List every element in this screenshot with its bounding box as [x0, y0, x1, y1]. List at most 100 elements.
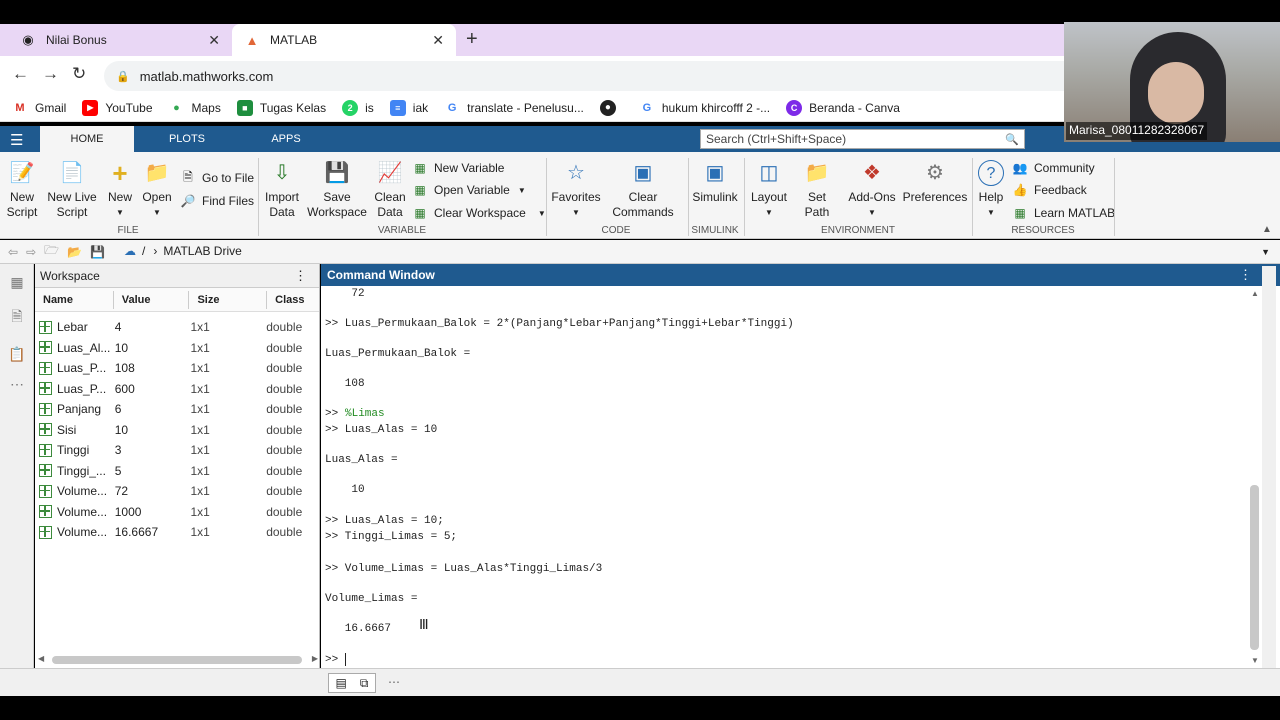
clear-workspace-button[interactable]: ▦ Clear Workspace ▼ — [412, 205, 545, 221]
feedback-button[interactable]: 👍 Feedback — [1012, 182, 1087, 198]
group-label-simulink: SIMULINK — [691, 225, 739, 236]
more-icon[interactable]: ⋯ — [7, 374, 27, 394]
history-icon[interactable]: 📋 — [7, 344, 27, 364]
new-tab-icon[interactable]: + — [466, 28, 478, 51]
community-button[interactable]: 👥 Community — [1012, 160, 1095, 176]
search-input[interactable]: Search (Ctrl+Shift+Space) 🔍 — [700, 129, 1025, 149]
bookmark-iak[interactable]: ≡ iak — [389, 99, 428, 116]
clear-commands-button[interactable]: ▣ Clear Commands — [606, 160, 680, 220]
command-window-output[interactable]: 72 >> Luas_Permukaan_Balok = 2*(Panjang*… — [325, 286, 1250, 668]
column-header-value[interactable]: Value — [112, 290, 189, 309]
bookmark-tugas-kelas[interactable]: ■ Tugas Kelas — [236, 99, 326, 116]
workspace-row[interactable]: Tinggi_... 5 1x1 double — [35, 461, 319, 482]
bookmark-hukum[interactable]: Ghukum khircofff 2 -... — [639, 100, 771, 116]
simulink-button[interactable]: ▣ Simulink — [692, 160, 738, 205]
scroll-thumb[interactable] — [1250, 485, 1259, 650]
tab-plots[interactable]: PLOTS — [150, 126, 224, 152]
column-header-class[interactable]: Class — [266, 290, 319, 309]
open-button[interactable]: 📁 Open ▼ — [140, 160, 174, 220]
forward-folder-icon[interactable]: ⇨ — [26, 245, 36, 259]
variable-name-cell: Panjang — [35, 402, 113, 416]
workspace-row[interactable]: Sisi 10 1x1 double — [35, 420, 319, 441]
preferences-button[interactable]: ⚙ Preferences — [903, 160, 968, 205]
bookmark-translate[interactable]: Gtranslate - Penelusu... — [444, 100, 584, 116]
open-variable-button[interactable]: ▦ Open Variable ▼ — [412, 182, 525, 198]
new-button[interactable]: + New ▼ — [104, 160, 136, 220]
scroll-right-icon[interactable]: ▶ — [312, 654, 318, 663]
save-workspace-button[interactable]: 💾 Save Workspace — [307, 160, 367, 220]
variable-class: double — [266, 381, 303, 396]
workspace-row[interactable]: Lebar 4 1x1 double — [35, 317, 319, 338]
workspace-row[interactable]: Luas_Al... 10 1x1 double — [35, 338, 319, 359]
workspace-row[interactable]: Volume... 16.6667 1x1 double — [35, 522, 319, 543]
workspace-row[interactable]: Luas_P... 108 1x1 double — [35, 358, 319, 379]
reload-icon[interactable]: ↻ — [72, 64, 86, 84]
bookmark-maps[interactable]: ● Maps — [169, 100, 221, 116]
vertical-scrollbar[interactable]: ▲ ▼ — [1249, 289, 1261, 665]
collapse-ribbon-icon[interactable]: ▲ — [1262, 224, 1272, 235]
up-folder-icon[interactable]: 🗁 — [44, 241, 59, 262]
workspace-row[interactable]: Volume... 72 1x1 double — [35, 481, 319, 502]
close-tab-icon[interactable]: ✕ — [432, 32, 444, 49]
tab-apps[interactable]: APPS — [250, 126, 322, 152]
bookmark-is[interactable]: 2 is — [342, 99, 374, 116]
panel-toggle-button[interactable]: ▤ ⧉ — [328, 673, 376, 693]
menu-icon[interactable]: ☰ — [10, 131, 23, 149]
add-ons-icon: ❖ — [863, 161, 881, 184]
help-button[interactable]: ? Help ▼ — [976, 160, 1006, 220]
scroll-down-icon[interactable]: ▼ — [1251, 656, 1259, 665]
clean-data-button[interactable]: 📈 Clean Data — [372, 160, 408, 220]
workspace-row[interactable]: Volume... 1000 1x1 double — [35, 502, 319, 523]
learn-matlab-button[interactable]: ▦ Learn MATLAB — [1012, 205, 1115, 221]
browse-folder-icon[interactable]: 📂 — [67, 245, 82, 259]
workspace-browser-icon[interactable]: ▦ — [7, 272, 27, 292]
close-tab-icon[interactable]: ✕ — [208, 32, 220, 49]
scroll-left-icon[interactable]: ◀ — [38, 654, 44, 663]
layout-button[interactable]: ◫ Layout ▼ — [750, 160, 788, 220]
back-icon[interactable]: ← — [12, 64, 29, 84]
bookmark-canva[interactable]: C Beranda - Canva — [786, 99, 900, 116]
go-to-file-button[interactable]: 🗎 Go to File — [180, 170, 254, 186]
bookmark-gmail[interactable]: M Gmail — [12, 100, 66, 116]
bookmark-youtube[interactable]: ▶ YouTube — [82, 99, 153, 116]
chevron-down-icon[interactable]: ▼ — [1261, 247, 1270, 257]
more-icon[interactable]: ⋯ — [388, 675, 400, 689]
scroll-up-icon[interactable]: ▲ — [1251, 289, 1259, 298]
forward-icon[interactable]: → — [42, 64, 59, 84]
back-folder-icon[interactable]: ⇦ — [8, 245, 18, 259]
browser-tab-nilai-bonus[interactable]: ◉ Nilai Bonus ✕ — [8, 24, 232, 56]
import-data-button[interactable]: ⇩ Import Data — [262, 160, 302, 220]
url-field[interactable]: 🔒 matlab.mathworks.com — [104, 61, 1104, 91]
files-icon[interactable]: 🗎 — [7, 308, 27, 328]
new-live-script-button[interactable]: 📄 New Live Script — [44, 160, 100, 220]
workspace-row[interactable]: Luas_P... 600 1x1 double — [35, 379, 319, 400]
column-header-size[interactable]: Size — [188, 290, 266, 309]
variable-icon — [39, 361, 52, 375]
browser-tab-matlab[interactable]: ▲ MATLAB ✕ — [232, 24, 456, 56]
text-cursor-icon: Ⅲ — [419, 616, 429, 632]
new-variable-button[interactable]: ▦ New Variable — [412, 160, 504, 176]
tab-home[interactable]: HOME — [40, 126, 134, 152]
favorites-button[interactable]: ☆ Favorites ▼ — [551, 160, 600, 220]
bookmark-globe[interactable]: ● — [599, 99, 623, 116]
horizontal-scrollbar[interactable]: ◀ ▶ — [38, 654, 318, 666]
google-icon: G — [642, 101, 652, 114]
folder-icon[interactable]: 💾 — [90, 245, 105, 259]
variable-icon — [39, 320, 52, 334]
variable-name: Volume... — [57, 484, 108, 499]
button-label: New Live Script — [47, 190, 97, 219]
add-ons-button[interactable]: ❖ Add-Ons ▼ — [846, 160, 898, 220]
path-folder[interactable]: MATLAB Drive — [163, 244, 241, 258]
more-options-icon[interactable]: ⋮ — [294, 268, 307, 284]
more-options-icon[interactable]: ⋮ — [1239, 267, 1252, 283]
new-script-button[interactable]: 📝 New Script — [4, 160, 40, 220]
find-files-button[interactable]: 🔎 Find Files — [180, 193, 255, 209]
set-path-button[interactable]: 📁 Set Path — [794, 160, 840, 220]
variable-value: 10 — [114, 422, 129, 437]
workspace-column-headers: Name Value Size Class — [35, 288, 319, 312]
workspace-row[interactable]: Panjang 6 1x1 double — [35, 399, 319, 420]
scroll-thumb[interactable] — [52, 656, 302, 664]
column-header-name[interactable]: Name — [35, 291, 113, 309]
search-icon[interactable]: 🔍 — [1005, 133, 1019, 146]
workspace-row[interactable]: Tinggi 3 1x1 double — [35, 440, 319, 461]
